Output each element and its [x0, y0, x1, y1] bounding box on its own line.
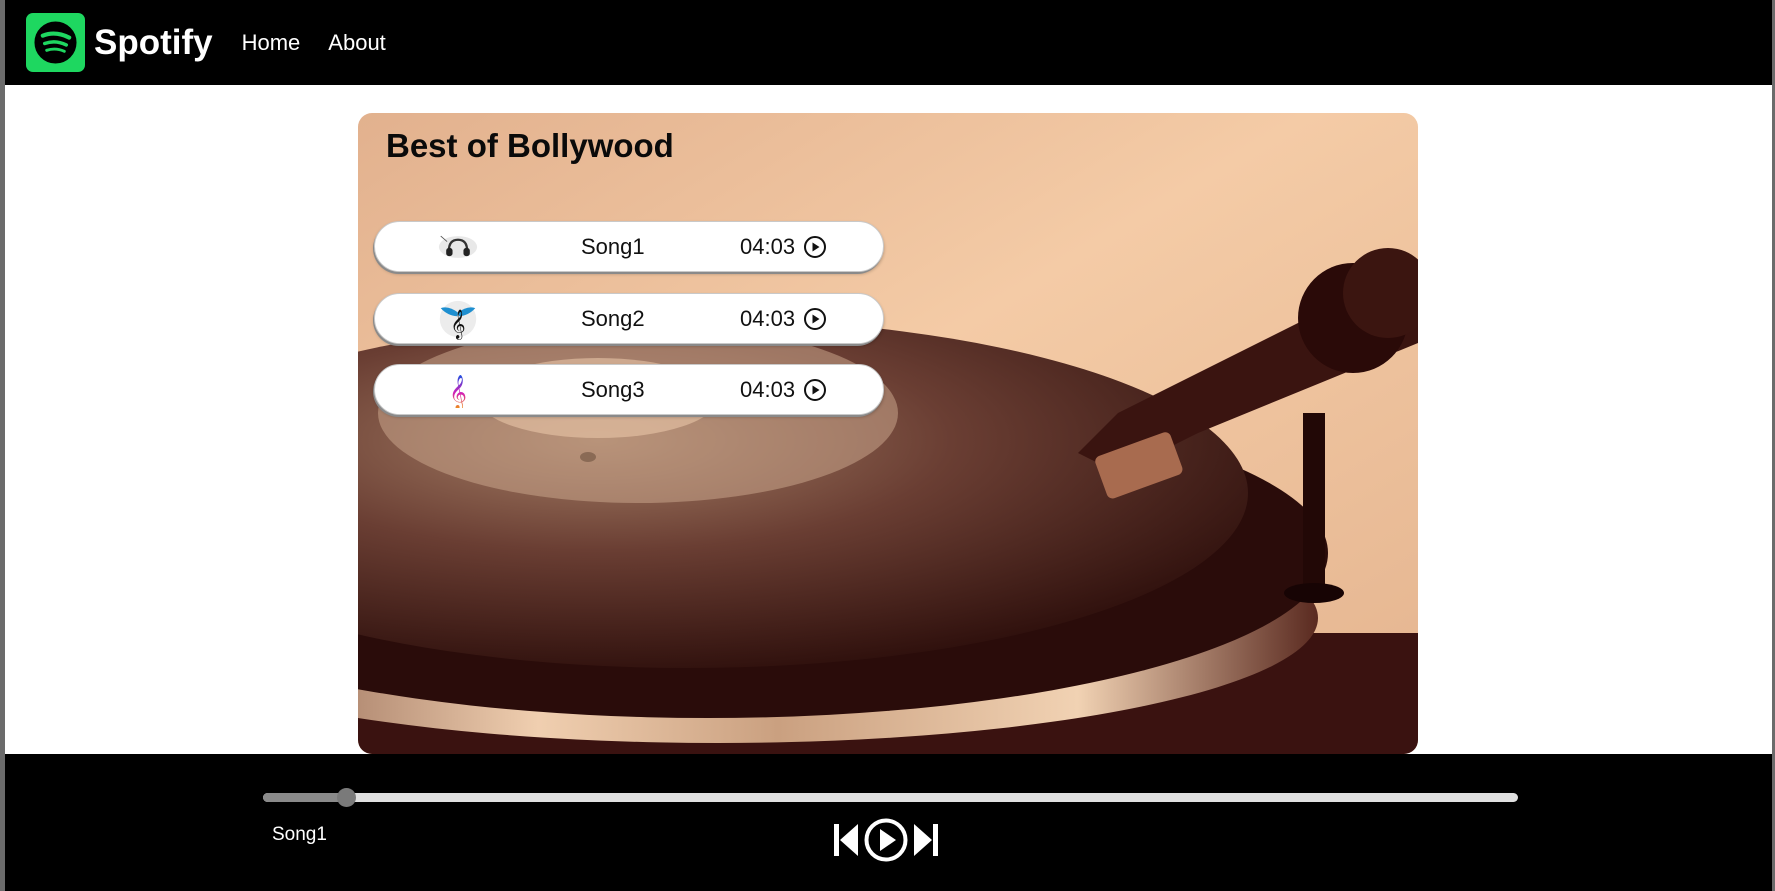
song-name: Song3	[581, 376, 645, 402]
spotify-logo-icon[interactable]	[26, 13, 85, 72]
playlist-container: Best of Bollywood Song1 04:03 𝄞 Song2 04…	[358, 113, 1418, 754]
svg-text:𝄞: 𝄞	[449, 375, 467, 408]
song-name: Song2	[581, 305, 645, 331]
play-icon[interactable]	[863, 817, 909, 863]
song-row-1[interactable]: Song1 04:03	[374, 221, 884, 272]
song-duration: 04:03	[740, 305, 796, 331]
nav-link-home[interactable]: Home	[242, 30, 301, 56]
seek-handle[interactable]	[337, 788, 357, 807]
colorful-treble-clef-thumbnail: 𝄞	[438, 370, 478, 410]
bottom-player-bar: Song1	[5, 754, 1772, 891]
song-row-3[interactable]: 𝄞 Song3 04:03	[374, 364, 884, 415]
song-duration: 04:03	[740, 233, 796, 259]
vinyl-turntable-photo	[358, 113, 1418, 754]
playback-controls	[831, 817, 941, 863]
seek-slider[interactable]	[263, 788, 1518, 807]
play-circle-icon[interactable]	[803, 378, 827, 402]
now-playing-title: Song1	[272, 824, 327, 845]
nav-link-about[interactable]: About	[328, 30, 386, 56]
song-row-2[interactable]: 𝄞 Song2 04:03	[374, 293, 884, 344]
playlist-title: Best of Bollywood	[386, 127, 674, 164]
previous-icon[interactable]	[831, 820, 861, 860]
song-name: Song1	[581, 233, 645, 259]
play-circle-icon[interactable]	[803, 307, 827, 331]
headphones-thumbnail	[438, 227, 478, 267]
seek-progress	[263, 793, 348, 802]
top-navbar: Spotify Home About	[5, 0, 1772, 85]
next-icon[interactable]	[911, 820, 941, 860]
play-circle-icon[interactable]	[803, 235, 827, 259]
brand-name[interactable]: Spotify	[94, 23, 213, 63]
song-duration: 04:03	[740, 376, 796, 402]
winged-treble-clef-thumbnail: 𝄞	[438, 299, 478, 340]
svg-text:𝄞: 𝄞	[450, 310, 465, 340]
